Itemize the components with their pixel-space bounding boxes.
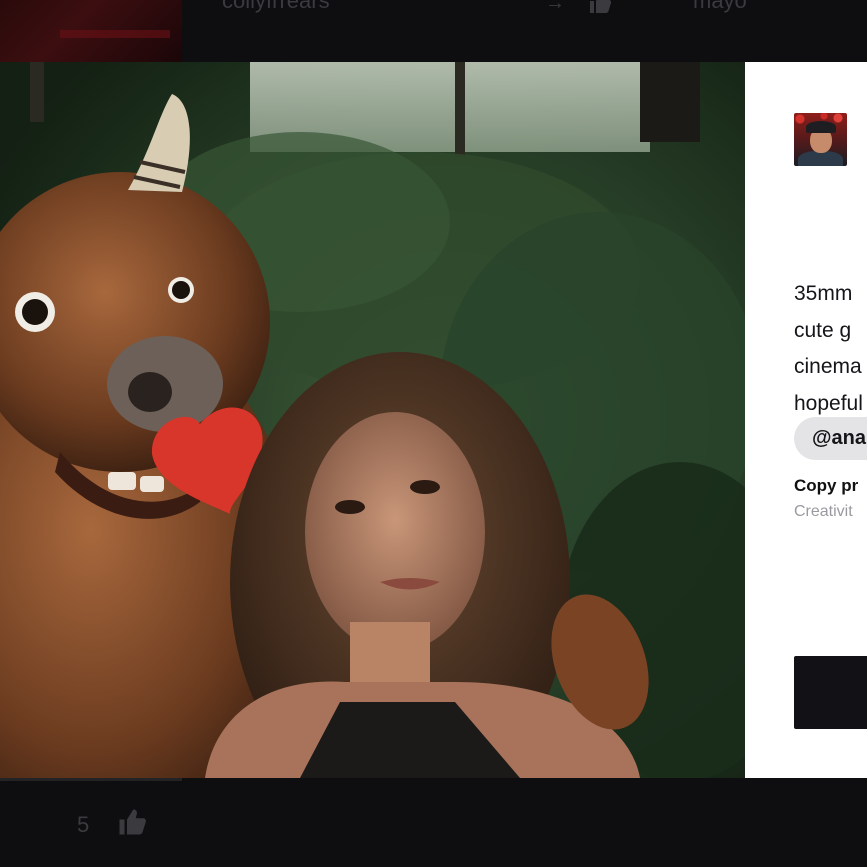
- top-label: mayo: [693, 0, 747, 13]
- like-count: 5: [77, 812, 90, 837]
- avatar-body: [798, 151, 843, 166]
- prompt-line: cinema: [794, 355, 862, 378]
- previous-image-thumbnail[interactable]: [0, 0, 182, 62]
- top-username[interactable]: collyfrrears: [222, 0, 330, 14]
- arrow-icon[interactable]: →: [545, 0, 565, 15]
- generated-image: [0, 62, 745, 778]
- bottom-bar: 5: [0, 778, 867, 867]
- primary-action-button[interactable]: [794, 656, 867, 729]
- prompt-line: cute g: [794, 318, 852, 342]
- details-panel: 35mm cute g cinema hopeful @ana Copy pr …: [745, 62, 867, 778]
- avatar[interactable]: [794, 113, 847, 166]
- copy-prompt-label[interactable]: Copy pr: [794, 476, 858, 496]
- avatar-cap: [806, 121, 836, 133]
- thumbs-up-icon[interactable]: [117, 808, 147, 836]
- copy-prompt-subtext: Creativit: [794, 503, 853, 520]
- thumbs-up-icon[interactable]: [588, 0, 612, 20]
- top-bar: collyfrrears → mayo: [0, 0, 867, 62]
- divider: [0, 778, 182, 781]
- mention-tag[interactable]: @ana: [794, 417, 867, 460]
- prompt-text: 35mm cute g cinema hopeful: [794, 276, 867, 422]
- prompt-line: 35mm: [794, 282, 853, 305]
